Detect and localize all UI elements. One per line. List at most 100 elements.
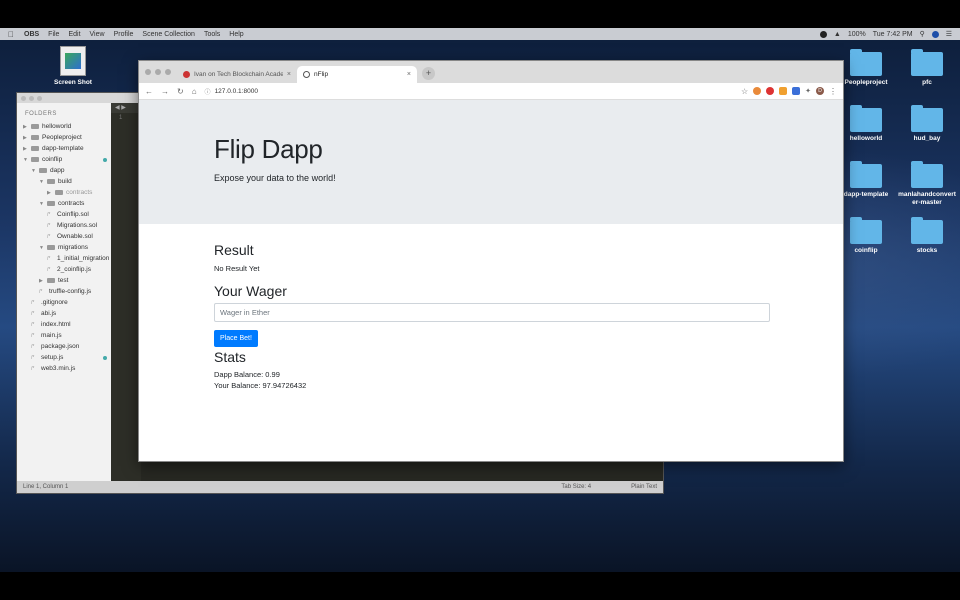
menu-view[interactable]: View	[90, 31, 105, 38]
profile-avatar[interactable]: D	[816, 87, 824, 95]
tree-file[interactable]: /* truffle-config.js	[17, 286, 111, 297]
desktop-screenshot-file[interactable]: Screen Shot	[43, 46, 103, 87]
tree-folder[interactable]: ▶ Peopleproject	[17, 132, 111, 143]
forward-arrow-icon[interactable]: →	[161, 87, 169, 96]
clock-text[interactable]: Tue 7:42 PM	[873, 31, 913, 38]
desktop-folder-pfc[interactable]: pfc	[897, 49, 957, 87]
menu-bar:  OBS File Edit View Profile Scene Colle…	[0, 28, 960, 40]
chevron-right-icon[interactable]: ▶	[47, 188, 55, 198]
desktop-folder-manlahandconverter[interactable]: manlahandconvert er-master	[897, 161, 957, 207]
chevron-down-icon[interactable]: ▼	[31, 166, 39, 176]
chevron-down-icon[interactable]: ▼	[23, 155, 31, 165]
home-icon[interactable]: ⌂	[192, 87, 197, 96]
more-menu-icon[interactable]: ⋮	[829, 87, 837, 96]
chevron-down-icon[interactable]: ▼	[39, 177, 47, 187]
tree-folder[interactable]: ▶ helloworld	[17, 121, 111, 132]
tree-folder[interactable]: ▼ coinflip	[17, 154, 111, 165]
tree-file[interactable]: /* Ownable.sol	[17, 231, 111, 242]
tree-file[interactable]: /* abi.js	[17, 308, 111, 319]
desktop-folder-helloworld[interactable]: helloworld	[836, 105, 896, 143]
status-tab-size[interactable]: Tab Size: 4	[561, 484, 591, 490]
folder-icon	[31, 123, 39, 129]
address-bar[interactable]: ⓘ 127.0.0.1:8000	[205, 87, 733, 96]
puzzle-icon[interactable]: ✦	[805, 87, 811, 95]
chevron-right-icon[interactable]: ▶	[39, 276, 47, 286]
desktop-folder-peopleproject[interactable]: Peopleproject	[836, 49, 896, 87]
chevron-down-icon[interactable]: ▼	[39, 199, 47, 209]
favicon-icon	[183, 71, 190, 78]
folder-icon	[55, 189, 63, 195]
tree-folder[interactable]: ▼ dapp	[17, 165, 111, 176]
tree-folder[interactable]: ▼ build	[17, 176, 111, 187]
tree-file[interactable]: /* Migrations.sol	[17, 220, 111, 231]
file-icon: /*	[47, 223, 51, 229]
menu-edit[interactable]: Edit	[68, 31, 80, 38]
reload-icon[interactable]: ↻	[177, 87, 184, 96]
close-tab-icon[interactable]: ×	[287, 71, 291, 78]
tree-file[interactable]: /* index.html	[17, 319, 111, 330]
tree-file[interactable]: /* setup.js	[17, 352, 111, 363]
close-window-button[interactable]	[145, 69, 151, 75]
tree-item-label: coinflip	[42, 156, 63, 163]
tab-nav-arrows[interactable]: ◀ ▶	[111, 103, 141, 113]
wifi-icon[interactable]: ▲	[834, 31, 841, 38]
chevron-right-icon[interactable]: ▶	[23, 144, 31, 154]
menu-help[interactable]: Help	[229, 31, 243, 38]
metamask-icon[interactable]	[779, 87, 788, 95]
status-syntax[interactable]: Plain Text	[631, 484, 657, 490]
tree-folder[interactable]: ▶ test	[17, 275, 111, 286]
file-icon: /*	[47, 212, 51, 218]
tree-item-label: Coinflip.sol	[57, 211, 89, 218]
menu-profile[interactable]: Profile	[114, 31, 134, 38]
extension-icon[interactable]	[766, 87, 775, 95]
zoom-window-button[interactable]	[37, 95, 42, 101]
user-avatar-icon[interactable]	[931, 30, 939, 38]
browser-window: Ivan on Tech Blockchain Acade × nFlip × …	[138, 60, 844, 462]
tree-file[interactable]: /* Coinflip.sol	[17, 209, 111, 220]
chevron-down-icon[interactable]: ▼	[39, 243, 47, 253]
extension-icon[interactable]	[792, 87, 801, 95]
tree-file[interactable]: /* .gitignore	[17, 297, 111, 308]
apple-icon[interactable]: 	[8, 30, 14, 39]
place-bet-button[interactable]: Place Bet!	[214, 330, 258, 347]
desktop-folder-hud-bay[interactable]: hud_bay	[897, 105, 957, 143]
tree-folder[interactable]: ▼ migrations	[17, 242, 111, 253]
extension-icon[interactable]	[753, 87, 762, 95]
desktop-folder-stocks[interactable]: stocks	[897, 217, 957, 255]
folder-icon	[47, 200, 55, 206]
tree-item-label: dapp-template	[42, 145, 84, 152]
info-icon[interactable]: ⓘ	[205, 87, 211, 96]
close-tab-icon[interactable]: ×	[407, 71, 411, 78]
tab-nflip[interactable]: nFlip ×	[297, 66, 417, 83]
minimize-window-button[interactable]	[155, 69, 161, 75]
tree-file[interactable]: /* 2_coinflip.js	[17, 264, 111, 275]
menu-file[interactable]: File	[48, 31, 59, 38]
desktop-folder-dapp-template[interactable]: dapp-template	[836, 161, 896, 199]
menu-tools[interactable]: Tools	[204, 31, 220, 38]
star-icon[interactable]: ☆	[741, 87, 748, 96]
tree-file[interactable]: /* main.js	[17, 330, 111, 341]
new-tab-button[interactable]: +	[422, 67, 435, 80]
wager-input[interactable]	[214, 303, 770, 322]
chevron-right-icon[interactable]: ▶	[23, 122, 31, 132]
tree-folder[interactable]: ▶ contracts	[17, 187, 111, 198]
search-icon[interactable]: ⚲	[920, 30, 925, 38]
record-status-icon[interactable]	[819, 30, 827, 38]
minimize-window-button[interactable]	[29, 95, 34, 101]
tree-folder[interactable]: ▶ dapp-template	[17, 143, 111, 154]
zoom-window-button[interactable]	[165, 69, 171, 75]
close-window-button[interactable]	[21, 95, 26, 101]
tree-file[interactable]: /* web3.min.js	[17, 363, 111, 374]
menu-app-name[interactable]: OBS	[24, 31, 39, 38]
tree-folder[interactable]: ▼ contracts	[17, 198, 111, 209]
file-icon: /*	[31, 311, 35, 317]
tree-file[interactable]: /* 1_initial_migration	[17, 253, 111, 264]
desktop-folder-coinflip[interactable]: coinflip	[836, 217, 896, 255]
battery-text[interactable]: 100%	[848, 31, 866, 38]
tree-file[interactable]: /* package.json	[17, 341, 111, 352]
chevron-right-icon[interactable]: ▶	[23, 133, 31, 143]
back-arrow-icon[interactable]: ←	[145, 87, 153, 96]
menu-scene-collection[interactable]: Scene Collection	[142, 31, 195, 38]
tab-ivan-on-tech[interactable]: Ivan on Tech Blockchain Acade ×	[177, 66, 297, 83]
menu-list-icon[interactable]: ☰	[946, 30, 952, 38]
